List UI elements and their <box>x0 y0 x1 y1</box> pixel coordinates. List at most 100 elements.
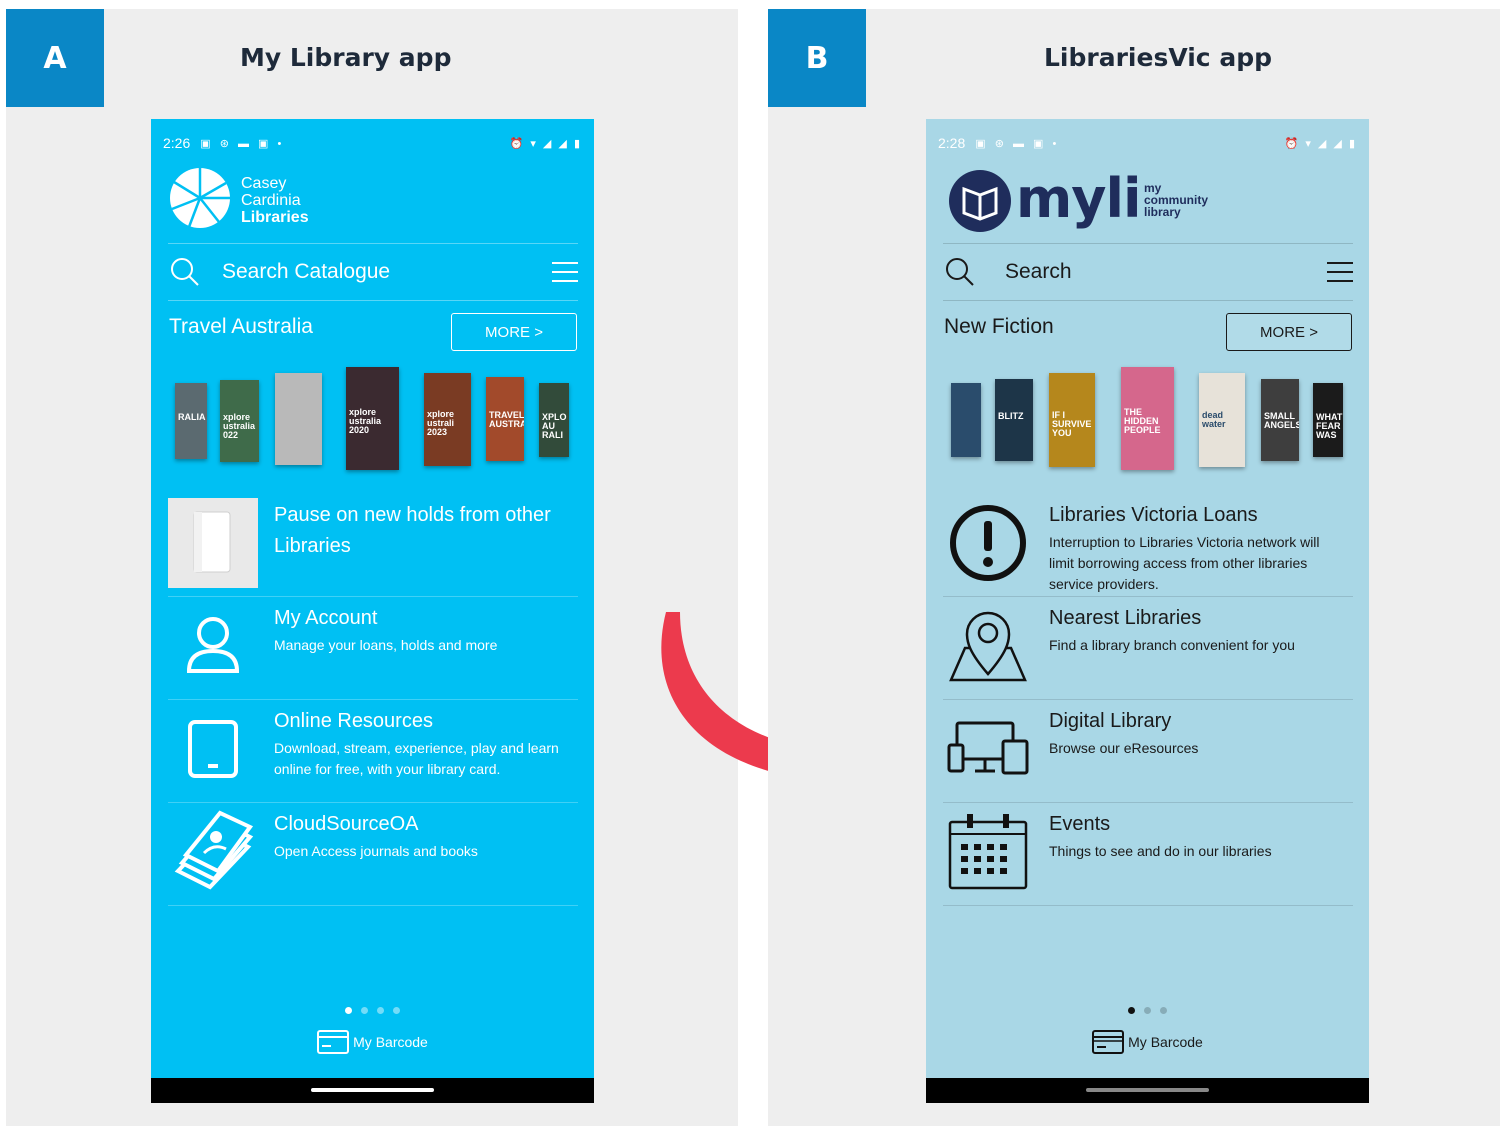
casey-cardinia-logo: Casey Cardinia Libraries <box>169 167 429 237</box>
book-cover[interactable]: xplore ustralia 2020 <box>346 367 399 470</box>
list-item-text: Nearest Libraries Find a library branch … <box>1049 603 1347 656</box>
hamburger-menu-icon[interactable] <box>552 262 578 282</box>
book-cover[interactable]: xplore ustralia 022 <box>220 380 259 462</box>
more-button[interactable]: MORE > <box>451 313 577 351</box>
book-cover[interactable] <box>951 383 981 457</box>
logo-line: Casey <box>241 175 287 192</box>
section-title: New Fiction <box>944 315 1054 338</box>
book-cover-title: SMALL ANGELS <box>1264 410 1299 430</box>
book-cover[interactable]: TRAVEL AUSTRALIA <box>486 377 524 461</box>
list-item-desc: Manage your loans, holds and more <box>274 637 498 653</box>
logo-wordmark: myli <box>1016 167 1141 230</box>
my-barcode-button[interactable]: My Barcode <box>926 1030 1369 1054</box>
book-cover[interactable]: WHAT FEAR WAS <box>1313 383 1343 457</box>
book-cover-title: TRAVEL AUSTRALIA <box>489 409 524 429</box>
list-item-pause-holds[interactable]: Pause on new holds from other Libraries <box>168 494 578 597</box>
status-time: 2:28 <box>938 135 966 151</box>
status-bar: 2:28 ▣ ⊛ ▬ ▣ • ⏰ ▾ ◢ ◢ ▮ <box>938 133 1357 153</box>
home-indicator[interactable] <box>1086 1088 1209 1092</box>
list-item-title: CloudSourceOA <box>274 813 419 835</box>
panel-tag: A <box>6 9 104 107</box>
book-cover-title: xplore ustralia 2020 <box>349 407 382 436</box>
alert-icon <box>943 498 1033 588</box>
book-cover[interactable]: IF I SURVIVE YOU <box>1049 373 1095 467</box>
search-input[interactable]: Search Catalogue <box>222 260 390 284</box>
system-icons: ⏰ ▾ ◢ ◢ ▮ <box>509 137 582 150</box>
book-cover-title: xplore ustrali 2023 <box>427 409 455 438</box>
search-input[interactable]: Search <box>1005 260 1072 284</box>
panel-b: B LibrariesVic app 2:28 ▣ ⊛ ▬ ▣ • ⏰ ▾ ◢ … <box>768 9 1500 1126</box>
list-item-digital-library[interactable]: Digital Library Browse our eResources <box>943 700 1353 803</box>
myli-logo: myli my community library <box>948 167 1208 239</box>
my-barcode-button[interactable]: My Barcode <box>151 1030 594 1054</box>
book-cover[interactable]: THE HIDDEN PEOPLE <box>1121 367 1174 470</box>
book-logo-icon <box>949 170 1011 232</box>
list-item-title: Online Resources <box>274 710 433 732</box>
book-cover-title: xplore ustralia 022 <box>223 411 256 440</box>
book-cover[interactable]: xplore ustrali 2023 <box>424 373 471 466</box>
list-item-title: Pause on new holds from other Libraries <box>274 504 551 557</box>
list-item-desc: Things to see and do in our libraries <box>1049 843 1272 859</box>
list-item-desc: Open Access journals and books <box>274 843 478 859</box>
phone-screen-b: 2:28 ▣ ⊛ ▬ ▣ • ⏰ ▾ ◢ ◢ ▮ myli my communi… <box>926 119 1369 1103</box>
status-time: 2:26 <box>163 135 191 151</box>
logo-tagline: my community library <box>1144 182 1208 218</box>
page-dot-active <box>345 1007 352 1014</box>
search-bar[interactable]: Search <box>943 243 1353 301</box>
book-cover[interactable]: RALIA <box>175 383 207 459</box>
list-item-title: Libraries Victoria Loans <box>1049 504 1258 526</box>
list-item-cloudsourceoa[interactable]: CloudSourceOA Open Access journals and b… <box>168 803 578 906</box>
list-item-title: Nearest Libraries <box>1049 607 1202 629</box>
page-indicator <box>151 1007 594 1014</box>
list-item-my-account[interactable]: My Account Manage your loans, holds and … <box>168 597 578 700</box>
book-cover[interactable]: SMALL ANGELS <box>1261 379 1299 461</box>
menu-list: Pause on new holds from other Libraries … <box>168 494 578 906</box>
book-cover-title: XPLO AU RALI <box>542 411 567 440</box>
book-cover[interactable]: dead water <box>1199 373 1245 467</box>
book-cover[interactable] <box>275 373 322 465</box>
list-item-nearest-libraries[interactable]: Nearest Libraries Find a library branch … <box>943 597 1353 700</box>
section-title: Travel Australia <box>169 315 313 338</box>
search-bar[interactable]: Search Catalogue <box>168 243 578 301</box>
book-cover-icon <box>168 498 258 588</box>
book-cover-title: RALIA <box>178 412 206 423</box>
calendar-icon <box>943 807 1033 897</box>
panel-a: A My Library app 2:26 ▣ ⊛ ▬ ▣ • ⏰ ▾ ◢ ◢ … <box>6 9 738 1126</box>
home-indicator[interactable] <box>311 1088 434 1092</box>
list-item-title: My Account <box>274 607 378 629</box>
list-item-title: Events <box>1049 813 1111 835</box>
user-icon <box>168 601 258 691</box>
search-icon[interactable] <box>170 257 200 287</box>
page-indicator <box>926 1007 1369 1014</box>
page-dot <box>361 1007 368 1014</box>
search-icon[interactable] <box>945 257 975 287</box>
hamburger-menu-icon[interactable] <box>1327 262 1353 282</box>
list-item-text: Events Things to see and do in our libra… <box>1049 809 1347 862</box>
menu-list: Libraries Victoria Loans Interruption to… <box>943 494 1353 906</box>
status-bar: 2:26 ▣ ⊛ ▬ ▣ • ⏰ ▾ ◢ ◢ ▮ <box>163 133 582 153</box>
list-item-libraries-victoria-loans[interactable]: Libraries Victoria Loans Interruption to… <box>943 494 1353 597</box>
book-cover-title: dead water <box>1202 409 1226 429</box>
book-cover[interactable]: XPLO AU RALI <box>539 383 569 457</box>
phone-screen-a: 2:26 ▣ ⊛ ▬ ▣ • ⏰ ▾ ◢ ◢ ▮ Casey Cardinia … <box>151 119 594 1103</box>
book-cover-title: IF I SURVIVE YOU <box>1052 409 1092 438</box>
list-item-text: CloudSourceOA Open Access journals and b… <box>274 809 572 862</box>
list-item-online-resources[interactable]: Online Resources Download, stream, exper… <box>168 700 578 803</box>
panel-tag: B <box>768 9 866 107</box>
more-button[interactable]: MORE > <box>1226 313 1352 351</box>
page-dot <box>1160 1007 1167 1014</box>
system-nav-bar <box>151 1078 594 1103</box>
card-icon <box>317 1030 350 1054</box>
list-item-desc: Interruption to Libraries Victoria netwo… <box>1049 534 1320 592</box>
list-item-events[interactable]: Events Things to see and do in our libra… <box>943 803 1353 906</box>
book-cover[interactable]: BLITZ <box>995 379 1033 461</box>
book-carousel[interactable]: RALIA xplore ustralia 022 xplore ustrali… <box>169 363 579 475</box>
page-dot <box>377 1007 384 1014</box>
logo-line: Cardinia <box>241 192 301 209</box>
book-cover-title: THE HIDDEN PEOPLE <box>1124 407 1161 436</box>
logo-text: Casey Cardinia Libraries <box>241 175 309 226</box>
list-item-text: My Account Manage your loans, holds and … <box>274 603 572 656</box>
book-carousel[interactable]: BLITZ IF I SURVIVE YOU THE HIDDEN PEOPLE… <box>944 363 1354 475</box>
list-item-text: Libraries Victoria Loans Interruption to… <box>1049 500 1347 595</box>
card-icon <box>1092 1030 1125 1054</box>
